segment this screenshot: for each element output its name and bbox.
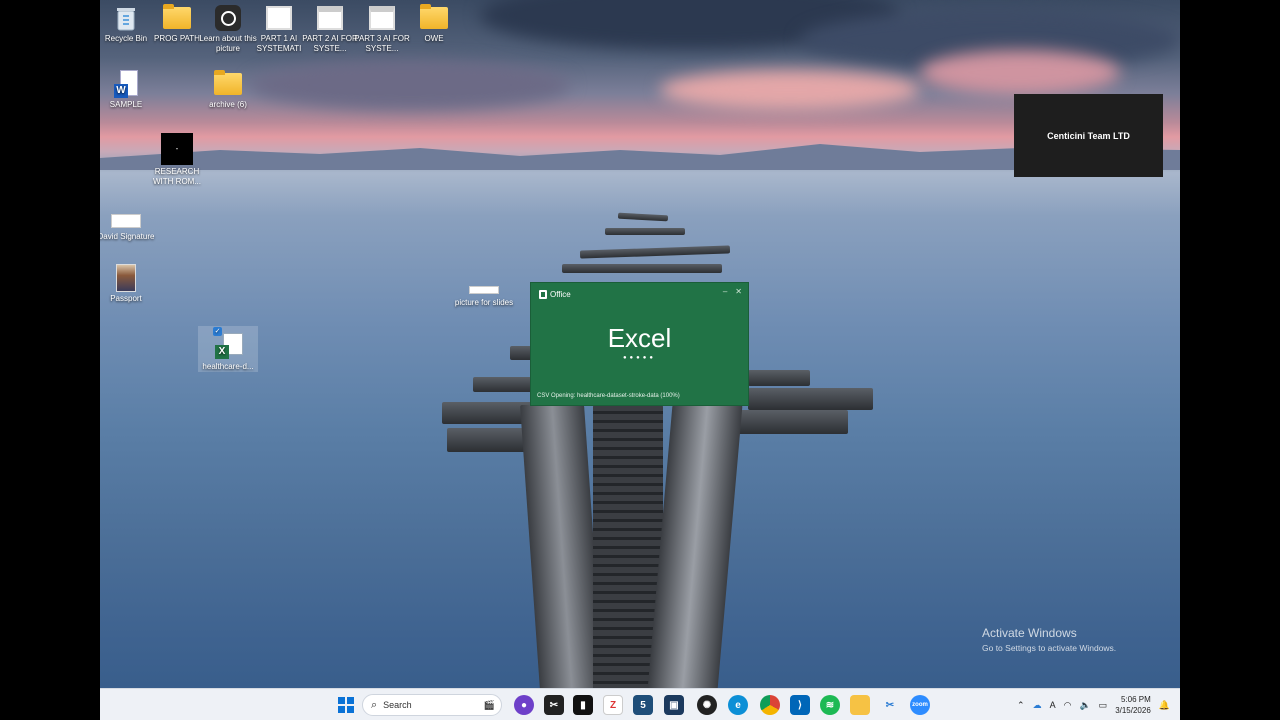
- splash-title: Excel: [607, 323, 672, 353]
- search-icon: ⌕: [371, 698, 378, 711]
- desktop-icon-part3[interactable]: PART 3 AI FOR SYSTE...: [352, 4, 412, 54]
- recycle-bin-icon: [111, 4, 141, 32]
- activate-windows-watermark: Activate Windows Go to Settings to activ…: [982, 626, 1116, 653]
- desktop-icon-label: picture for slides: [454, 298, 514, 307]
- desktop-icon-healthcare[interactable]: ✓ X healthcare-d...: [198, 326, 258, 372]
- desktop-icon-label: PART 3 AI FOR SYSTE...: [354, 34, 410, 53]
- search-placeholder: Search: [383, 700, 412, 710]
- close-icon[interactable]: ✕: [735, 287, 742, 296]
- office-brand: Office: [539, 290, 571, 299]
- zotero-icon[interactable]: Z: [603, 695, 623, 715]
- desktop-icon-sample[interactable]: W SAMPLE: [100, 70, 156, 110]
- folder-icon: [162, 4, 192, 32]
- chevron-up-icon[interactable]: ⌃: [1017, 700, 1025, 711]
- app-5-icon[interactable]: 5: [633, 695, 653, 715]
- desktop-icon-label: David Signature: [100, 232, 155, 241]
- notification-bell-icon[interactable]: 🔔: [1159, 700, 1170, 711]
- desktop-icon-owe[interactable]: OWE: [404, 4, 464, 44]
- excel-splash-window: Office – ✕ Excel ●●●●● CSV Opening: heal…: [530, 282, 749, 406]
- wifi-icon[interactable]: ◠: [1064, 700, 1072, 711]
- splash-status: CSV Opening: healthcare-dataset-stroke-d…: [537, 393, 680, 399]
- clock-time: 5:06 PM: [1120, 695, 1151, 704]
- spotify-icon[interactable]: ≋: [820, 695, 840, 715]
- cloud-decoration: [250, 60, 570, 110]
- image-file-icon: [111, 212, 141, 230]
- desktop-icon-part2[interactable]: PART 2 AI FOR SYSTE...: [300, 4, 360, 54]
- desktop-icon-passport[interactable]: Passport: [100, 264, 156, 304]
- store-icon[interactable]: ▣: [664, 695, 684, 715]
- desktop-icon-archive[interactable]: archive (6): [198, 70, 258, 110]
- github-icon[interactable]: ●: [514, 695, 534, 715]
- file-explorer-icon[interactable]: [850, 695, 870, 715]
- video-file-icon: [264, 4, 294, 32]
- desktop: Recycle Bin PROG PATH Learn about this p…: [100, 0, 1180, 720]
- vscode-icon[interactable]: ⟩: [790, 695, 810, 715]
- black-file-icon: -: [161, 133, 193, 165]
- battery-icon[interactable]: ▭: [1099, 700, 1108, 711]
- image-file-icon: [469, 284, 499, 296]
- desktop-icon-label: Passport: [110, 294, 142, 303]
- learn-picture-icon: [213, 4, 243, 32]
- clock-date: 3/15/2026: [1115, 706, 1151, 715]
- windows-logo-icon: [338, 697, 354, 713]
- team-name: Centicini Team LTD: [1047, 130, 1130, 141]
- snipping-tool-icon[interactable]: ✂: [880, 695, 900, 715]
- folder-icon: [213, 70, 243, 98]
- watermark-title: Activate Windows: [982, 626, 1077, 640]
- cloud-decoration: [920, 50, 1120, 95]
- desktop-icon-david-signature[interactable]: David Signature: [100, 212, 156, 242]
- taskbar: ⌕ Search 🎬 ● ✂ ▮ Z 5 ▣ ✺ e ⟩ ≋ ✂ zoom ⌃ …: [100, 688, 1180, 720]
- clock[interactable]: 5:06 PM 3/15/2026: [1115, 694, 1151, 716]
- taskbar-search[interactable]: ⌕ Search 🎬: [362, 694, 502, 716]
- zoom-icon[interactable]: zoom: [910, 695, 930, 715]
- desktop-icon-label: RESEARCH WITH ROM...: [153, 167, 201, 186]
- onedrive-icon[interactable]: ☁: [1033, 700, 1042, 711]
- office-logo-icon: [539, 290, 547, 299]
- language-icon[interactable]: A: [1050, 700, 1056, 710]
- desktop-icon-label: SAMPLE: [109, 100, 143, 109]
- team-overlay: Centicini Team LTD: [1014, 94, 1163, 177]
- cloud-decoration: [660, 70, 920, 110]
- start-button[interactable]: [336, 695, 356, 715]
- edge-icon[interactable]: e: [728, 695, 748, 715]
- desktop-icon-picture-for-slides[interactable]: picture for slides: [454, 284, 514, 308]
- photo-icon: [111, 264, 141, 292]
- word-document-icon: W: [111, 70, 141, 98]
- desktop-icon-label: archive (6): [209, 100, 247, 109]
- system-tray: ⌃ ☁ A ◠ 🔈 ▭ 5:06 PM 3/15/2026 🔔: [1017, 693, 1170, 717]
- search-highlight-icon: 🎬: [483, 699, 495, 710]
- chatgpt-icon[interactable]: ✺: [697, 695, 717, 715]
- desktop-icon-label: PART 2 AI FOR SYSTE...: [302, 34, 358, 53]
- desktop-icon-label: OWE: [424, 34, 444, 43]
- office-label: Office: [550, 290, 571, 299]
- capcut-icon[interactable]: ✂: [544, 695, 564, 715]
- chrome-icon[interactable]: [760, 695, 780, 715]
- video-file-icon: [367, 4, 397, 32]
- desktop-icon-label: healthcare-d...: [202, 362, 254, 371]
- minimize-icon[interactable]: –: [723, 287, 727, 296]
- excel-csv-icon: ✓ X: [213, 326, 243, 360]
- terminal-icon[interactable]: ▮: [573, 695, 593, 715]
- loading-dots: ●●●●●: [622, 355, 657, 361]
- video-file-icon: [315, 4, 345, 32]
- volume-icon[interactable]: 🔈: [1079, 700, 1090, 711]
- folder-icon: [419, 4, 449, 32]
- watermark-subtitle: Go to Settings to activate Windows.: [982, 643, 1117, 653]
- desktop-icon-research[interactable]: - RESEARCH WITH ROM...: [147, 133, 207, 187]
